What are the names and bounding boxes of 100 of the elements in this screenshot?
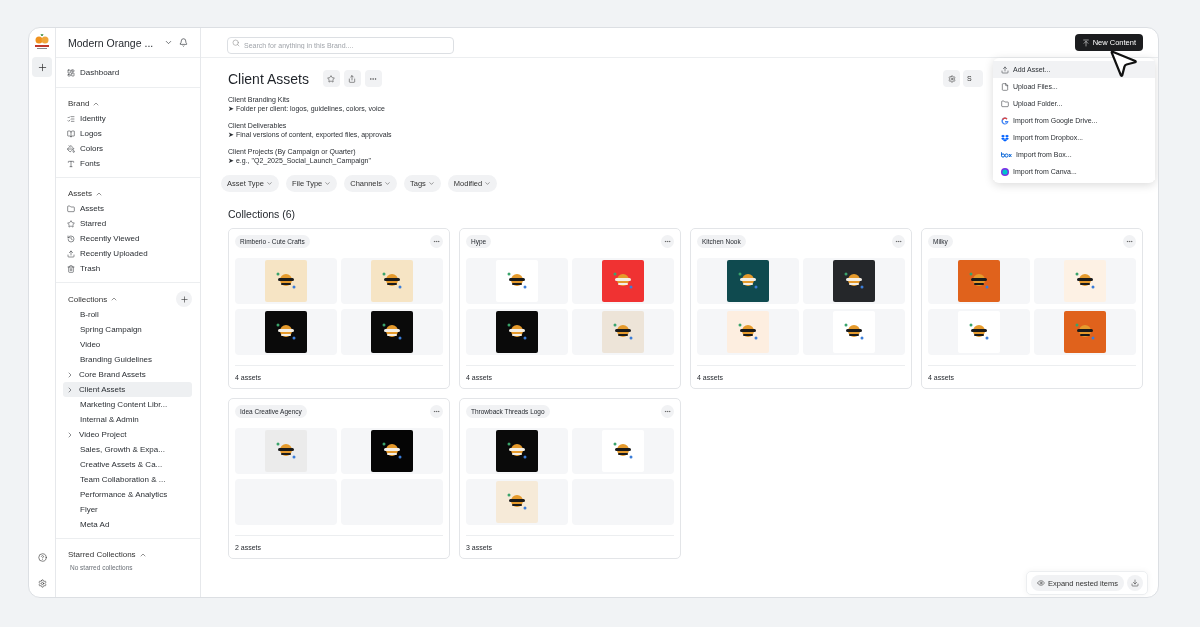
section-title[interactable]: Collections xyxy=(56,291,131,307)
eye-icon xyxy=(1036,579,1045,587)
collection-item[interactable]: Flyer xyxy=(63,502,192,517)
sidebar-item[interactable]: Assets xyxy=(56,201,192,216)
plus-icon xyxy=(179,294,189,304)
more-button[interactable] xyxy=(1123,235,1136,248)
thumbnail-slot[interactable] xyxy=(341,258,443,304)
plus-icon xyxy=(36,61,48,73)
collection-item[interactable]: Marketing Content Libr... xyxy=(63,397,192,412)
collection-item[interactable]: Client Assets xyxy=(63,382,192,397)
thumbnail-slot[interactable] xyxy=(466,479,568,525)
more-button[interactable] xyxy=(661,235,674,248)
folder-icon xyxy=(1001,99,1009,108)
sidebar-item[interactable]: Recently Viewed xyxy=(56,231,192,246)
thumbnail-slot[interactable] xyxy=(1034,309,1136,355)
chevron-down-icon xyxy=(427,180,435,187)
upload-icon xyxy=(1001,65,1009,74)
download-button[interactable] xyxy=(1127,575,1143,591)
upload-icon xyxy=(1081,38,1090,47)
thumbnail-slot[interactable] xyxy=(341,309,443,355)
settings-icon xyxy=(947,74,956,83)
collection-item[interactable]: B-roll xyxy=(63,307,192,322)
thumbnail-slot[interactable] xyxy=(803,258,905,304)
section-title[interactable]: Starred Collections xyxy=(56,547,200,562)
collection-item[interactable]: Video xyxy=(63,337,192,352)
sidebar-item[interactable]: Trash xyxy=(56,261,192,276)
chevron-right-icon xyxy=(66,430,74,439)
download-icon xyxy=(1131,579,1139,587)
sidebar-item[interactable]: Identity xyxy=(56,111,192,126)
more-button[interactable] xyxy=(430,405,443,418)
section-heading: Collections (6) xyxy=(228,208,297,220)
collection-item[interactable]: Internal & Admin xyxy=(63,412,192,427)
search-icon xyxy=(232,39,240,47)
upload-icon xyxy=(67,249,75,258)
list-icon xyxy=(67,114,75,123)
book-icon xyxy=(67,129,75,138)
share-button[interactable] xyxy=(343,70,361,87)
sidebar-item[interactable]: Fonts xyxy=(56,156,192,171)
thumbnail-slot[interactable] xyxy=(1034,258,1136,304)
paint-bucket-icon xyxy=(67,144,75,153)
type-icon xyxy=(67,159,75,168)
thumbnail-slot[interactable] xyxy=(572,428,674,474)
collection-item[interactable]: Sales, Growth & Expa... xyxy=(63,442,192,457)
section-title[interactable]: Assets xyxy=(56,186,200,201)
star-button[interactable] xyxy=(322,70,340,87)
thumbnail-slot[interactable] xyxy=(235,309,337,355)
sidebar-item[interactable]: Starred xyxy=(56,216,192,231)
chevron-up-icon xyxy=(110,295,119,303)
thumbnail-slot[interactable] xyxy=(928,309,1030,355)
thumbnail-slot[interactable] xyxy=(235,258,337,304)
trash-icon xyxy=(67,264,75,273)
page-title: Client Assets xyxy=(228,70,309,87)
collection-item[interactable]: Meta Ad xyxy=(63,517,192,532)
share-icon xyxy=(348,74,357,83)
canva-icon xyxy=(1001,167,1009,176)
chevron-down-icon xyxy=(383,180,391,187)
dashboard-icon xyxy=(67,68,75,77)
collection-item[interactable]: Branding Guidelines xyxy=(63,352,192,367)
star-icon xyxy=(327,74,336,83)
bell-icon xyxy=(179,38,188,47)
sidebar-item[interactable]: Logos xyxy=(56,126,192,141)
section-title[interactable]: Brand xyxy=(56,96,200,111)
more-button[interactable] xyxy=(364,70,382,87)
add-button[interactable] xyxy=(32,57,52,77)
more-button[interactable] xyxy=(430,235,443,248)
dropbox-icon xyxy=(1001,133,1009,142)
thumbnail-slot[interactable] xyxy=(572,309,674,355)
thumbnail-slot[interactable] xyxy=(466,258,568,304)
collection-item[interactable]: Performance & Analytics xyxy=(63,487,192,502)
collection-item[interactable]: Team Collaboration & ... xyxy=(63,472,192,487)
thumbnail-slot[interactable] xyxy=(697,258,799,304)
brand-name: Modern Orange ... xyxy=(68,36,155,49)
settings-icon xyxy=(37,578,47,588)
thumbnail-slot[interactable] xyxy=(572,258,674,304)
thumbnail-slot[interactable] xyxy=(466,309,568,355)
more-button[interactable] xyxy=(892,235,905,248)
thumbnail-slot[interactable] xyxy=(235,428,337,474)
collection-item[interactable]: Video Project xyxy=(63,427,192,442)
collection-item[interactable]: Core Brand Assets xyxy=(63,367,192,382)
history-icon xyxy=(67,234,75,243)
sidebar-item[interactable]: Recently Uploaded xyxy=(56,246,192,261)
thumbnail-slot[interactable] xyxy=(697,309,799,355)
collection-item[interactable]: Spring Campaign xyxy=(63,322,192,337)
star-icon xyxy=(67,219,75,228)
chevron-down-icon xyxy=(164,38,173,47)
add-collection-button[interactable] xyxy=(176,291,192,307)
thumbnail-slot[interactable] xyxy=(466,428,568,474)
thumbnail-slot[interactable] xyxy=(341,428,443,474)
sidebar-item[interactable]: Dashboard xyxy=(56,65,192,80)
collection-item[interactable]: Creative Assets & Ca... xyxy=(63,457,192,472)
chevron-down-icon xyxy=(265,180,273,187)
settings-button[interactable] xyxy=(943,70,960,87)
chevron-down-icon xyxy=(324,180,332,187)
folder-icon xyxy=(67,204,75,213)
thumbnail-slot[interactable] xyxy=(928,258,1030,304)
thumbnail-slot[interactable] xyxy=(803,309,905,355)
google-drive-icon xyxy=(1001,116,1009,125)
more-button[interactable] xyxy=(661,405,674,418)
file-icon xyxy=(1001,82,1009,91)
sidebar-item[interactable]: Colors xyxy=(56,141,192,156)
